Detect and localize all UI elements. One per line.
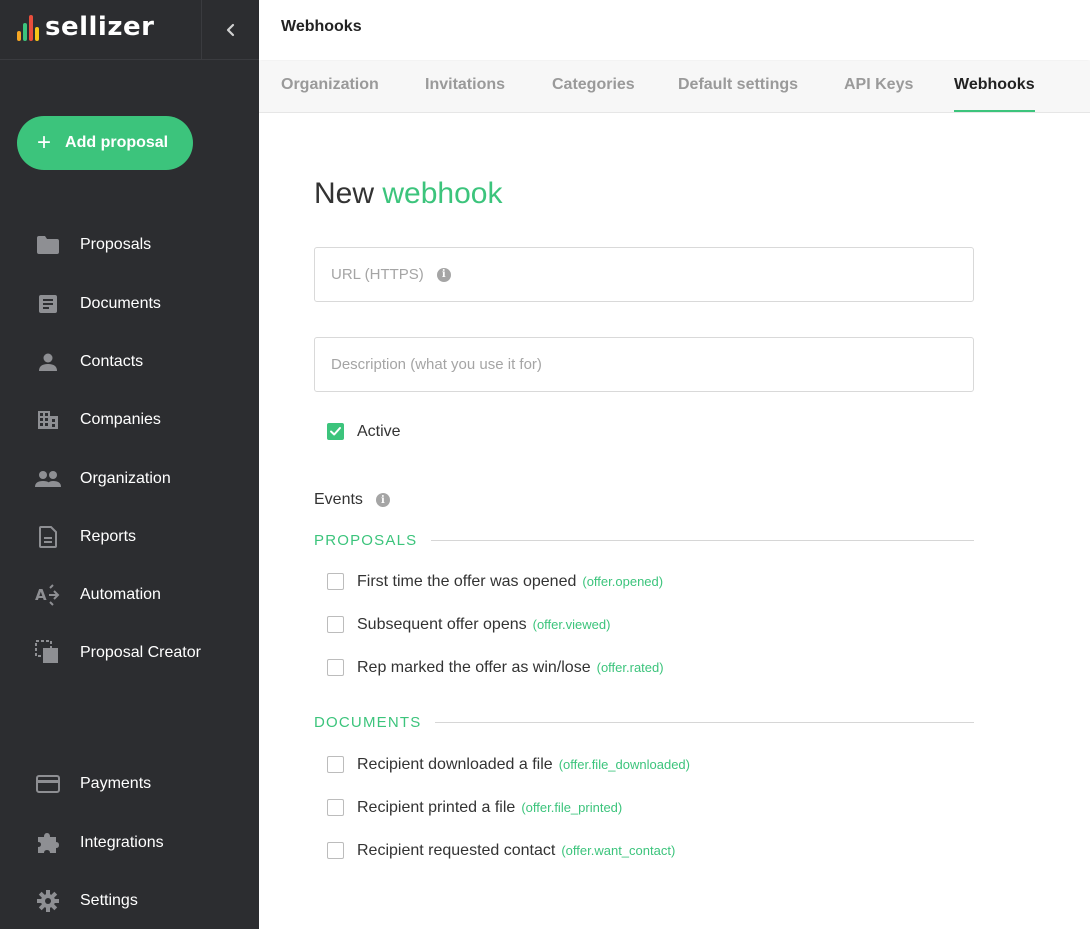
sidebar-item-contacts[interactable]: Contacts [0,342,259,382]
sidebar-item-reports[interactable]: Reports [0,517,259,557]
event-checkbox-file-printed[interactable] [327,799,344,816]
report-icon [35,525,61,549]
sidebar-item-label: Reports [80,528,137,545]
sidebar-item-proposals[interactable]: Proposals [0,225,259,265]
url-placeholder-text: URL (HTTPS) [331,266,424,283]
logo[interactable]: sellizer [17,12,154,42]
info-icon[interactable]: i [436,267,451,282]
event-code: (offer.file_printed) [521,800,623,815]
divider [435,721,974,723]
sidebar-item-label: Organization [80,470,171,487]
url-field-placeholder: URL (HTTPS) i [331,266,451,283]
collapse-sidebar-button[interactable] [201,0,259,59]
sidebar-item-label: Contacts [80,353,144,370]
divider [431,539,974,541]
active-label[interactable]: Active [357,423,401,441]
events-heading: Events i [314,491,390,509]
person-icon [35,350,61,374]
logo-bars-icon [17,13,39,41]
event-label[interactable]: Rep marked the offer as win/lose (offer.r… [357,659,664,677]
svg-text:A: A [35,586,47,604]
section-title: DOCUMENTS [314,713,422,731]
sidebar-item-label: Companies [80,411,161,428]
event-label[interactable]: Recipient downloaded a file (offer.file_d… [357,756,690,774]
tab-api-keys[interactable]: API Keys [844,76,913,112]
section-documents: DOCUMENTS [314,712,974,732]
tab-organization[interactable]: Organization [281,76,379,112]
section-proposals: PROPOSALS [314,530,974,550]
event-label[interactable]: Recipient requested contact (offer.want_c… [357,842,675,860]
plus-icon: + [37,129,52,156]
sidebar-item-companies[interactable]: Companies [0,400,259,440]
sidebar-item-integrations[interactable]: Integrations [0,823,259,863]
event-checkbox-file-downloaded[interactable] [327,756,344,773]
sidebar-item-label: Payments [80,775,152,792]
tab-categories[interactable]: Categories [552,76,635,112]
event-label[interactable]: First time the offer was opened (offer.op… [357,573,663,591]
info-icon[interactable]: i [375,493,390,507]
event-checkbox-offer-viewed[interactable] [327,616,344,633]
sidebar-item-label: Automation [80,586,161,603]
puzzle-icon [35,831,61,855]
sidebar-item-label: Integrations [80,834,164,851]
sidebar-header: sellizer [0,0,259,60]
sidebar-item-settings[interactable]: Settings [0,881,259,921]
sidebar: sellizer + Add proposal Proposals Docume… [0,0,259,929]
tab-webhooks[interactable]: Webhooks [954,76,1035,112]
sidebar-item-automation[interactable]: A Automation [0,575,259,615]
sidebar-item-proposal-creator[interactable]: Proposal Creator [0,633,259,673]
sidebar-item-label: Settings [80,892,138,909]
form-title: New webhook [314,177,502,211]
settings-tabs: Organization Invitations Categories Defa… [259,61,1090,113]
sidebar-item-documents[interactable]: Documents [0,284,259,324]
description-field[interactable] [314,337,974,392]
form-title-accent: webhook [382,177,503,210]
event-checkbox-offer-rated[interactable] [327,659,344,676]
event-label[interactable]: Recipient printed a file (offer.file_prin… [357,799,622,817]
document-icon [35,292,61,316]
event-checkbox-want-contact[interactable] [327,842,344,859]
sidebar-item-organization[interactable]: Organization [0,459,259,499]
event-code: (offer.want_contact) [561,843,676,858]
tab-default-settings[interactable]: Default settings [678,76,798,112]
events-label: Events [314,491,363,508]
sidebar-item-label: Proposals [80,236,152,253]
event-label[interactable]: Subsequent offer opens (offer.viewed) [357,616,610,634]
active-checkbox[interactable] [327,423,344,440]
chevron-left-icon [226,23,234,36]
url-field[interactable]: URL (HTTPS) i [314,247,974,302]
event-code: (offer.viewed) [532,617,611,632]
add-proposal-button[interactable]: + Add proposal [17,116,193,170]
description-input[interactable] [331,356,973,373]
proposal-creator-icon [35,640,61,665]
add-proposal-label: Add proposal [65,134,169,151]
event-code: (offer.file_downloaded) [558,757,690,772]
sidebar-item-payments[interactable]: Payments [0,764,259,804]
automation-icon: A [35,583,61,607]
event-code: (offer.rated) [596,660,664,675]
credit-card-icon [35,772,61,796]
gear-icon [35,889,61,913]
event-checkbox-offer-opened[interactable] [327,573,344,590]
section-title: PROPOSALS [314,531,418,549]
logo-text: sellizer [45,12,155,42]
people-icon [35,467,61,491]
sidebar-item-label: Proposal Creator [80,644,201,661]
sidebar-item-label: Documents [80,295,161,312]
page-title: Webhooks [281,18,362,35]
building-icon [35,408,61,432]
event-code: (offer.opened) [582,574,664,589]
form-title-plain: New [314,177,375,210]
tab-invitations[interactable]: Invitations [425,76,505,112]
checkmark-icon [330,427,341,436]
folder-icon [35,233,61,257]
top-bar: Webhooks [259,0,1090,60]
